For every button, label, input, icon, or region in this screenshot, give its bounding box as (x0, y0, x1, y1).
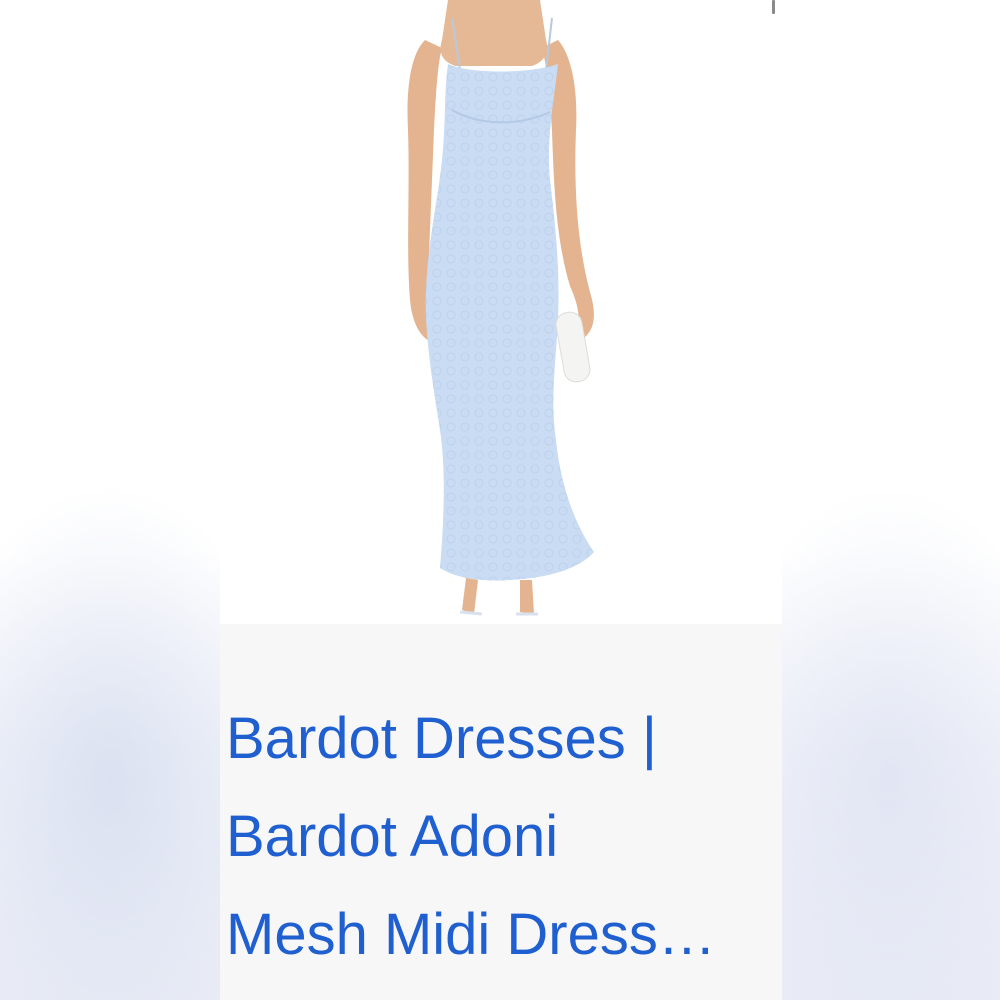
title-line-1: Bardot Dresses | (226, 706, 657, 771)
title-line-3: Mesh Midi Dress… (226, 902, 716, 967)
left-foot (462, 578, 478, 614)
dress-model-illustration (407, 0, 594, 616)
scroll-indicator[interactable] (772, 0, 775, 14)
right-foot (520, 580, 534, 614)
product-image[interactable] (220, 0, 782, 624)
right-blurred-background (782, 0, 1000, 1000)
product-caption: Bardot Dresses | Bardot Adoni Mesh Midi … (220, 624, 782, 1000)
left-shoe (459, 610, 483, 616)
title-line-2: Bardot Adoni (226, 804, 559, 869)
product-card[interactable]: Bardot Dresses | Bardot Adoni Mesh Midi … (220, 0, 782, 1000)
neck (440, 0, 548, 66)
product-title-link[interactable]: Bardot Dresses | Bardot Adoni Mesh Midi … (226, 690, 782, 984)
left-blurred-background (0, 0, 220, 1000)
